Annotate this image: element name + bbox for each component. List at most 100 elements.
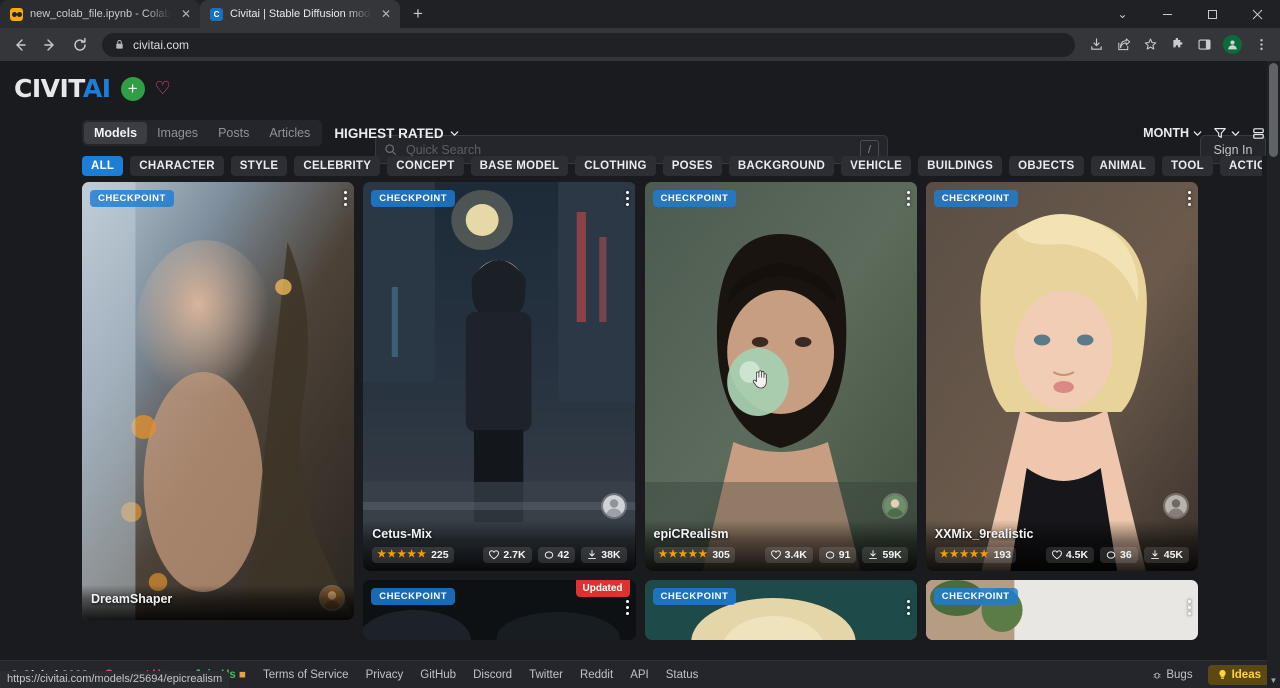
sort-dropdown[interactable]: HIGHEST RATED [334,126,459,141]
minimize-button[interactable] [1145,0,1190,28]
comments-count: 91 [839,549,851,561]
chip-background[interactable]: BACKGROUND [729,156,834,176]
tab-images[interactable]: Images [147,122,208,144]
civitai-logo[interactable]: CIVITAI [14,74,111,103]
bugs-button[interactable]: Bugs [1145,666,1199,684]
share-icon[interactable] [1110,32,1136,58]
ideas-button[interactable]: Ideas [1208,665,1270,685]
side-panel-icon[interactable] [1191,32,1217,58]
chrome-menu-icon[interactable] [1248,32,1274,58]
tab-search-icon[interactable]: ⌄ [1100,0,1145,28]
profile-avatar[interactable] [1223,35,1242,54]
close-icon[interactable]: ✕ [178,6,194,22]
chip-animal[interactable]: ANIMAL [1091,156,1156,176]
chip-vehicle[interactable]: VEHICLE [841,156,911,176]
model-card-row2-3[interactable]: CHECKPOINT [926,580,1198,640]
chip-objects[interactable]: OBJECTS [1009,156,1083,176]
scrollbar-thumb[interactable] [1269,63,1278,157]
likes-count: 3.4K [785,549,807,561]
footer-link-discord[interactable]: Discord [473,669,512,681]
avatar[interactable] [1163,493,1189,519]
downloads-stat: 59K [862,547,907,563]
footer-right-buttons: Bugs Ideas [1145,665,1270,685]
site-header: CIVITAI + ♡ [0,61,1280,116]
chip-concept[interactable]: CONCEPT [387,156,463,176]
tab-posts[interactable]: Posts [208,122,259,144]
chip-buildings[interactable]: BUILDINGS [918,156,1002,176]
card-menu-icon[interactable] [626,191,629,206]
tab-title: Civitai | Stable Diffusion models, [230,8,371,20]
footer-link-terms[interactable]: Terms of Service [263,669,349,681]
checkpoint-badge: CHECKPOINT [934,588,1018,605]
heart-icon[interactable]: ♡ [155,78,171,99]
footer-link-privacy[interactable]: Privacy [366,669,404,681]
tab-articles[interactable]: Articles [259,122,320,144]
maximize-button[interactable] [1190,0,1235,28]
forward-icon[interactable] [36,31,64,59]
card-menu-icon[interactable] [626,600,629,615]
close-window-button[interactable] [1235,0,1280,28]
chip-base-model[interactable]: BASE MODEL [471,156,569,176]
chip-poses[interactable]: POSES [663,156,722,176]
period-dropdown[interactable]: MONTH [1143,126,1203,140]
browser-tab-colab[interactable]: new_colab_file.ipynb - Colaborat... ✕ [0,0,200,28]
browser-tab-civitai[interactable]: C Civitai | Stable Diffusion models, ✕ [200,0,400,28]
rating-count: 225 [431,549,449,561]
star-icon: ★ [659,550,668,560]
model-card-dreamshaper[interactable]: CHECKPOINT DreamShaper [82,182,354,620]
back-icon[interactable] [6,31,34,59]
card-menu-icon[interactable] [1188,600,1191,615]
footer-link-reddit[interactable]: Reddit [580,669,613,681]
filter-dropdown[interactable] [1213,126,1241,140]
star-icon: ★ [668,550,677,560]
card-menu-icon[interactable] [344,191,347,206]
card-menu-icon[interactable] [1188,191,1191,206]
card-stats: ★★★★★ 225 2.7K 42 [372,547,626,563]
model-card-row2-1[interactable]: CHECKPOINT Updated [363,580,635,640]
footer-link-twitter[interactable]: Twitter [529,669,563,681]
star-icon: ★ [940,550,949,560]
downloads-count: 38K [601,549,620,561]
rating-stat: ★★★★★ 225 [372,547,453,563]
bookmark-star-icon[interactable] [1137,32,1163,58]
footer-link-github[interactable]: GitHub [420,669,456,681]
scroll-down-arrow[interactable]: ▼ [1267,676,1280,685]
chip-clothing[interactable]: CLOTHING [575,156,655,176]
checkpoint-badge: CHECKPOINT [90,190,174,207]
civitai-icon: C [210,8,223,21]
party-icon: ■ [239,669,246,681]
avatar[interactable] [601,493,627,519]
model-card-xxmix9realistic[interactable]: CHECKPOINT XXMix_9realistic ★★★★★ 193 [926,182,1198,571]
footer-link-status[interactable]: Status [666,669,699,681]
layout-toggle-button[interactable] [1251,126,1266,141]
card-menu-icon[interactable] [907,191,910,206]
create-button[interactable]: + [121,77,145,101]
comments-stat: 42 [538,547,576,563]
mouse-cursor-pointer [751,369,769,389]
bug-icon [1152,670,1162,680]
model-card-cetus-mix[interactable]: CHECKPOINT Cetus-Mix ★★★★★ 225 [363,182,635,571]
tab-models[interactable]: Models [84,122,147,144]
model-card-epicrealism[interactable]: CHECKPOINT epiCRealism ★★★★★ 305 [645,182,917,571]
footer-link-api[interactable]: API [630,669,649,681]
card-menu-icon[interactable] [907,600,910,615]
address-bar[interactable]: civitai.com [102,33,1075,57]
reload-icon[interactable] [66,31,94,59]
chip-celebrity[interactable]: CELEBRITY [294,156,380,176]
page-scrollbar[interactable]: ▼ [1267,61,1280,688]
close-icon[interactable]: ✕ [378,6,394,22]
heart-icon [489,550,499,560]
avatar[interactable] [882,493,908,519]
chip-character[interactable]: CHARACTER [130,156,224,176]
extensions-puzzle-icon[interactable] [1164,32,1190,58]
install-icon[interactable] [1083,32,1109,58]
chip-tool[interactable]: TOOL [1162,156,1213,176]
star-icon: ★ [960,550,969,560]
chip-all[interactable]: ALL [82,156,123,176]
model-thumbnail [926,182,1198,571]
star-icon: ★ [688,550,697,560]
checkpoint-badge: CHECKPOINT [371,190,455,207]
chip-style[interactable]: STYLE [231,156,288,176]
model-card-row2-2[interactable]: CHECKPOINT [645,580,917,640]
new-tab-button[interactable]: + [404,0,432,28]
